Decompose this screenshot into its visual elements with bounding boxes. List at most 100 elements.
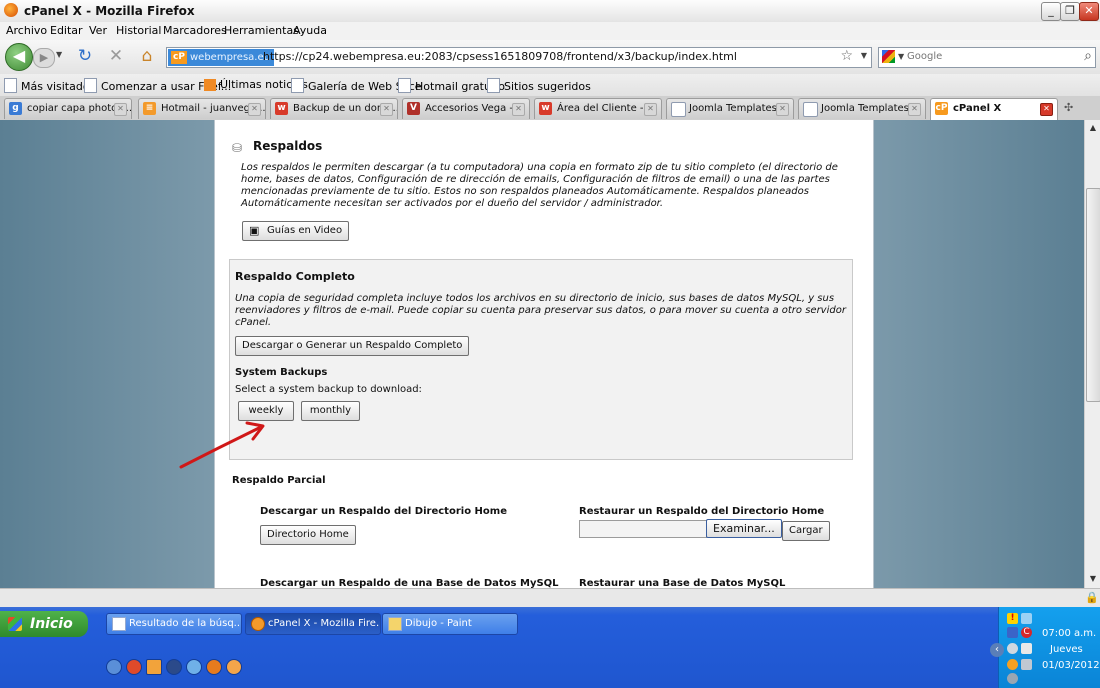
- tab-close-icon[interactable]: ✕: [908, 103, 921, 116]
- search-box[interactable]: ▼ ⌕: [878, 47, 1096, 68]
- firefox-icon: [4, 3, 18, 17]
- sync-icon[interactable]: [1007, 643, 1018, 654]
- language-icon[interactable]: [1007, 627, 1018, 638]
- full-backup-button[interactable]: Descargar o Generar un Respaldo Completo: [235, 336, 470, 356]
- bookmark-folder-icon: [4, 78, 17, 93]
- upload-button[interactable]: Cargar: [782, 521, 830, 541]
- camera-icon: ▣: [249, 224, 260, 237]
- tab-joomla-templates-2[interactable]: Joomla Templates ... ✕: [798, 98, 926, 119]
- padlock-icon[interactable]: 🔒: [1085, 591, 1099, 604]
- tab-close-icon[interactable]: ✕: [512, 103, 525, 116]
- vertical-scrollbar[interactable]: ▲ ▼: [1084, 120, 1100, 588]
- menu-bar: Archivo Editar Ver Historial Marcadores …: [0, 22, 1100, 40]
- rss-feed-icon: [204, 79, 216, 91]
- tab-accesorios-vega[interactable]: V Accesorios Vega - ... ✕: [402, 98, 530, 119]
- tab-cpanel-x[interactable]: cP cPanel X ✕: [930, 98, 1058, 120]
- volume-icon[interactable]: [1007, 673, 1018, 684]
- url-text[interactable]: https://cp24.webempresa.eu:2083/cpsess16…: [263, 50, 737, 63]
- chrome-icon[interactable]: [126, 659, 142, 675]
- url-dropdown-icon[interactable]: ▼: [861, 51, 867, 60]
- warning-icon[interactable]: !: [1007, 613, 1018, 624]
- menu-marcadores[interactable]: Marcadores: [163, 24, 227, 37]
- page-icon: [291, 78, 304, 93]
- task-dibujo-paint[interactable]: Dibujo - Paint: [382, 613, 518, 635]
- site-identity-label: webempresa.eu: [190, 52, 270, 63]
- tab-close-icon[interactable]: ✕: [248, 103, 261, 116]
- bookmark-mas-visitados[interactable]: Más visitados: [4, 78, 95, 93]
- history-dropdown-icon[interactable]: ▼: [56, 50, 62, 59]
- tab-joomla-templates-1[interactable]: Joomla Templates ... ✕: [666, 98, 794, 119]
- google-engine-icon[interactable]: [882, 50, 895, 63]
- tab-close-icon[interactable]: ✕: [776, 103, 789, 116]
- app-launch-icon[interactable]: [226, 659, 242, 675]
- update-icon[interactable]: [1007, 659, 1018, 670]
- page-viewport: ⛁ Respaldos Los respaldos le permiten de…: [0, 120, 1084, 588]
- home-download-title: Descargar un Respaldo del Directorio Hom…: [260, 506, 507, 517]
- start-label: Inicio: [30, 616, 73, 632]
- reload-icon[interactable]: ↻: [75, 46, 95, 66]
- monthly-backup-button[interactable]: monthly: [301, 401, 360, 421]
- firefox-launch-icon[interactable]: [206, 659, 222, 675]
- browse-button[interactable]: Examinar...: [706, 519, 782, 538]
- site-identity-button[interactable]: cP webempresa.eu: [168, 49, 274, 66]
- antivirus-icon[interactable]: C: [1021, 627, 1032, 638]
- tab-copiar-capa[interactable]: g copiar capa photos... ✕: [4, 98, 132, 119]
- monitor-icon[interactable]: [1021, 659, 1032, 670]
- scroll-thumb[interactable]: [1086, 188, 1100, 402]
- webempresa-favicon-icon: w: [275, 102, 288, 115]
- menu-editar[interactable]: Editar: [50, 24, 83, 37]
- tab-close-icon[interactable]: ✕: [644, 103, 657, 116]
- back-arrow-icon[interactable]: ◀: [5, 43, 33, 71]
- stop-icon[interactable]: ✕: [106, 46, 126, 66]
- network-icon[interactable]: [1021, 613, 1032, 624]
- page-icon: [487, 78, 500, 93]
- scroll-up-icon[interactable]: ▲: [1086, 121, 1100, 135]
- scroll-down-icon[interactable]: ▼: [1086, 572, 1100, 586]
- media-player-icon[interactable]: [166, 659, 182, 675]
- messenger-icon[interactable]: [186, 659, 202, 675]
- tab-close-icon[interactable]: ✕: [114, 103, 127, 116]
- home-directory-button[interactable]: Directorio Home: [260, 525, 356, 545]
- close-window-button[interactable]: ✕: [1079, 2, 1099, 21]
- menu-ayuda[interactable]: Ayuda: [293, 24, 327, 37]
- full-backup-desc-2: reenviadores y filtros de e-mail. Puede …: [235, 305, 846, 316]
- maximize-button[interactable]: ❐: [1060, 2, 1080, 21]
- engine-dropdown-icon[interactable]: ▼: [898, 52, 904, 61]
- task-cpanel-firefox[interactable]: cPanel X - Mozilla Fire...: [245, 613, 381, 635]
- restore-file-input[interactable]: [579, 520, 707, 538]
- intro-line-4: Automáticamente necesitan ser activados …: [241, 198, 664, 209]
- menu-archivo[interactable]: Archivo: [6, 24, 47, 37]
- tab-area-cliente[interactable]: w Área del Cliente - ... ✕: [534, 98, 662, 119]
- desktop-icon[interactable]: [106, 659, 122, 675]
- tab-close-icon[interactable]: ✕: [380, 103, 393, 116]
- task-resultado-busqueda[interactable]: Resultado de la búsq...: [106, 613, 242, 635]
- navigation-toolbar: ◀ ▶ ▼ ↻ ✕ ⌂ cP webempresa.eu https://cp2…: [0, 40, 1100, 74]
- minimize-button[interactable]: _: [1041, 2, 1061, 21]
- home-restore-title: Restaurar un Respaldo del Directorio Hom…: [579, 506, 825, 517]
- menu-herramientas[interactable]: Herramientas: [224, 24, 299, 37]
- db-restore-title: Restaurar una Base de Datos MySQL: [579, 578, 786, 588]
- clock-time[interactable]: 07:00 a.m.: [1042, 628, 1096, 639]
- bookmark-label: Sitios sugeridos: [504, 80, 591, 93]
- new-tab-icon[interactable]: ✣: [1064, 101, 1073, 114]
- search-icon[interactable]: ⌕: [1084, 48, 1092, 64]
- forward-arrow-icon[interactable]: ▶: [33, 48, 55, 68]
- video-guides-button[interactable]: ▣ Guías en Video: [242, 221, 350, 241]
- tab-backup-dominio[interactable]: w Backup de un domi... ✕: [270, 98, 398, 119]
- start-button[interactable]: Inicio: [0, 611, 88, 637]
- menu-ver[interactable]: Ver: [89, 24, 107, 37]
- address-bar[interactable]: cP webempresa.eu https://cp24.webempresa…: [166, 47, 872, 68]
- tab-close-icon[interactable]: ✕: [1040, 103, 1053, 116]
- tray-expand-icon[interactable]: ‹: [990, 643, 1004, 657]
- device-icon[interactable]: [1021, 643, 1032, 654]
- menu-historial[interactable]: Historial: [116, 24, 161, 37]
- bookmark-sitios-sugeridos[interactable]: Sitios sugeridos: [487, 78, 591, 93]
- bookmark-star-icon[interactable]: ☆: [840, 48, 853, 64]
- tab-hotmail[interactable]: ≡ Hotmail - juanvega... ✕: [138, 98, 266, 119]
- folder-icon[interactable]: [146, 659, 162, 675]
- home-icon[interactable]: ⌂: [137, 46, 157, 66]
- search-input[interactable]: [907, 49, 1067, 64]
- firefox-icon: [251, 617, 265, 631]
- page-icon: [84, 78, 97, 93]
- google-favicon-icon: g: [9, 102, 22, 115]
